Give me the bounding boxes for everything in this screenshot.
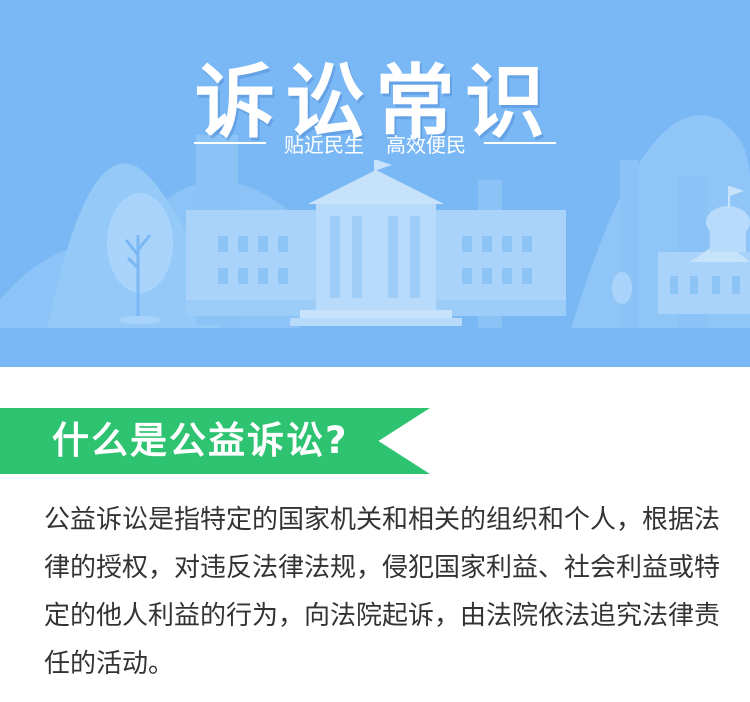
definition-paragraph: 公益诉讼是指特定的国家机关和相关的组织和个人，根据法律的授权，对违反法律法规，侵… [44, 505, 721, 679]
subtitle-right-line [484, 142, 556, 144]
header-banner: 诉讼常识 贴近民生 高效便民 [0, 0, 750, 367]
subtitle-right-text: 高效便民 [386, 132, 466, 157]
section-heading: 什么是公益诉讼? [52, 419, 349, 462]
banner-subtitle: 贴近民生 高效便民 [0, 128, 750, 158]
subtitle-left-line [194, 142, 266, 144]
subtitle-left-text: 贴近民生 [284, 132, 364, 157]
